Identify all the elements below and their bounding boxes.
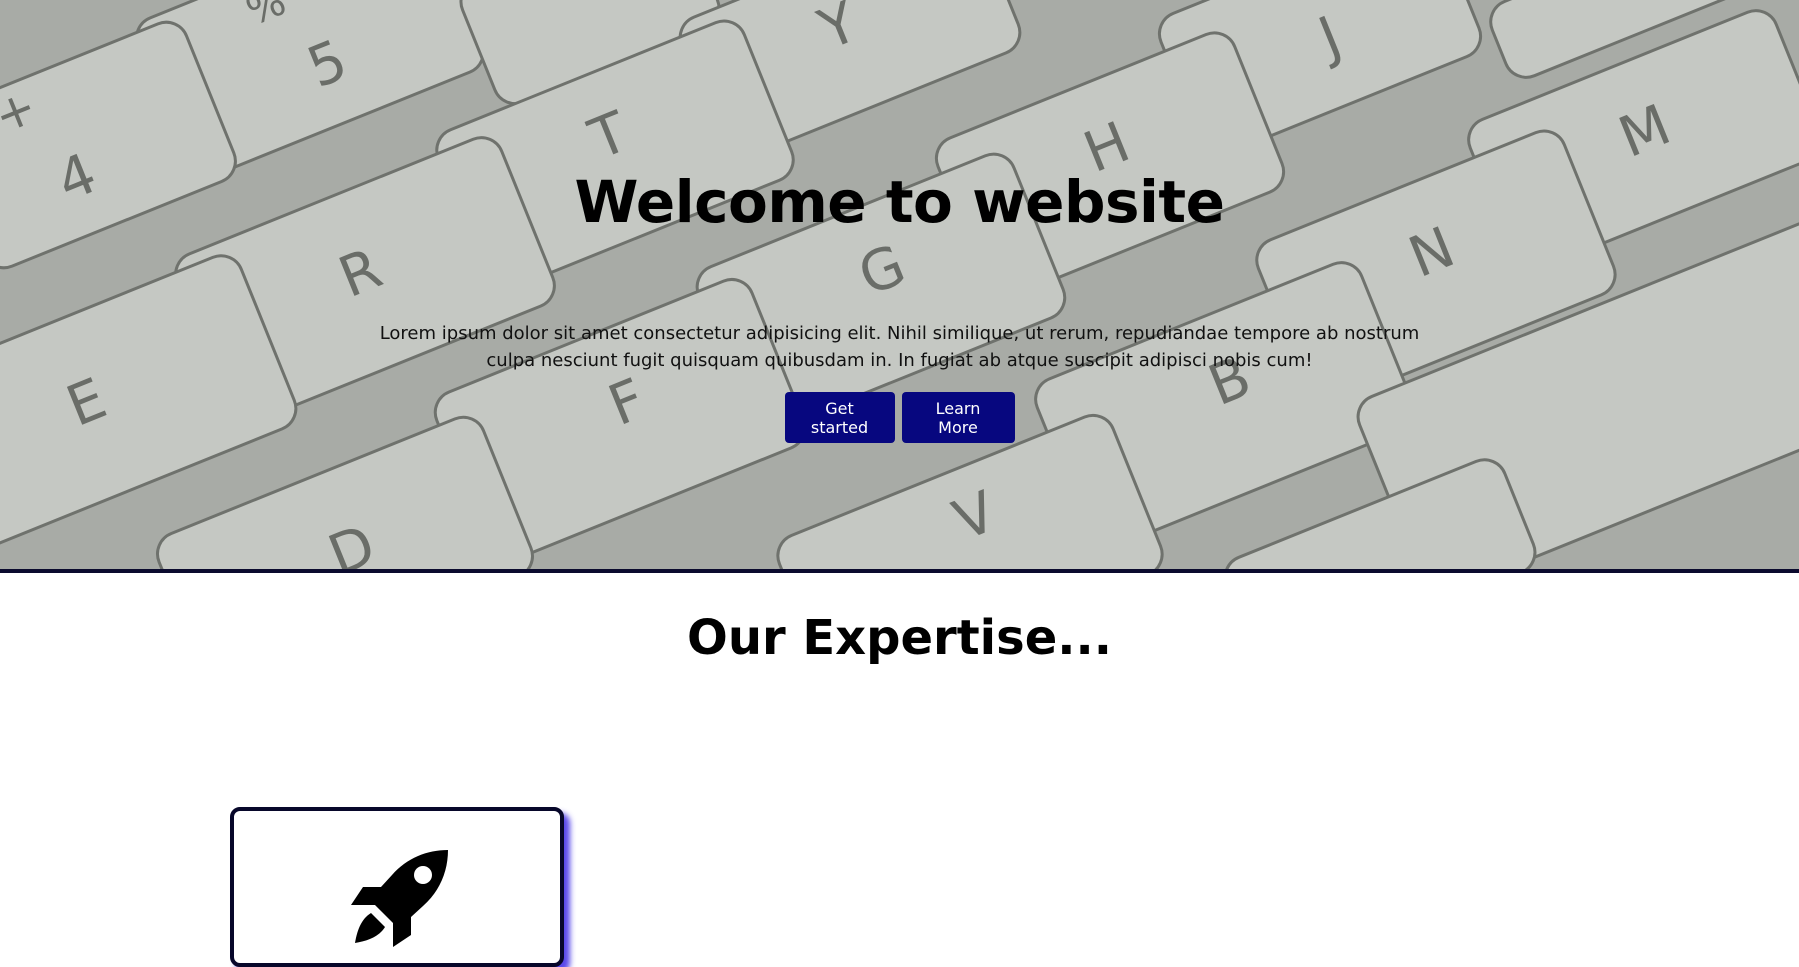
hero-description: Lorem ipsum dolor sit amet consectetur a… — [379, 323, 1420, 371]
hero-button-group: Get started Learn More — [0, 392, 1799, 443]
hero-section: % 5 4 + T Y J H M N R G E F B D V Welcom… — [0, 0, 1799, 573]
get-started-button[interactable]: Get started — [784, 392, 895, 443]
rocket-icon — [351, 850, 448, 947]
hero-content: Welcome to website Lorem ipsum dolor sit… — [0, 0, 1799, 569]
hero-title: Welcome to website — [574, 168, 1226, 236]
learn-more-button[interactable]: Learn More — [901, 392, 1015, 443]
expertise-title: Our Expertise... — [687, 610, 1112, 666]
expertise-card[interactable] — [230, 807, 564, 967]
